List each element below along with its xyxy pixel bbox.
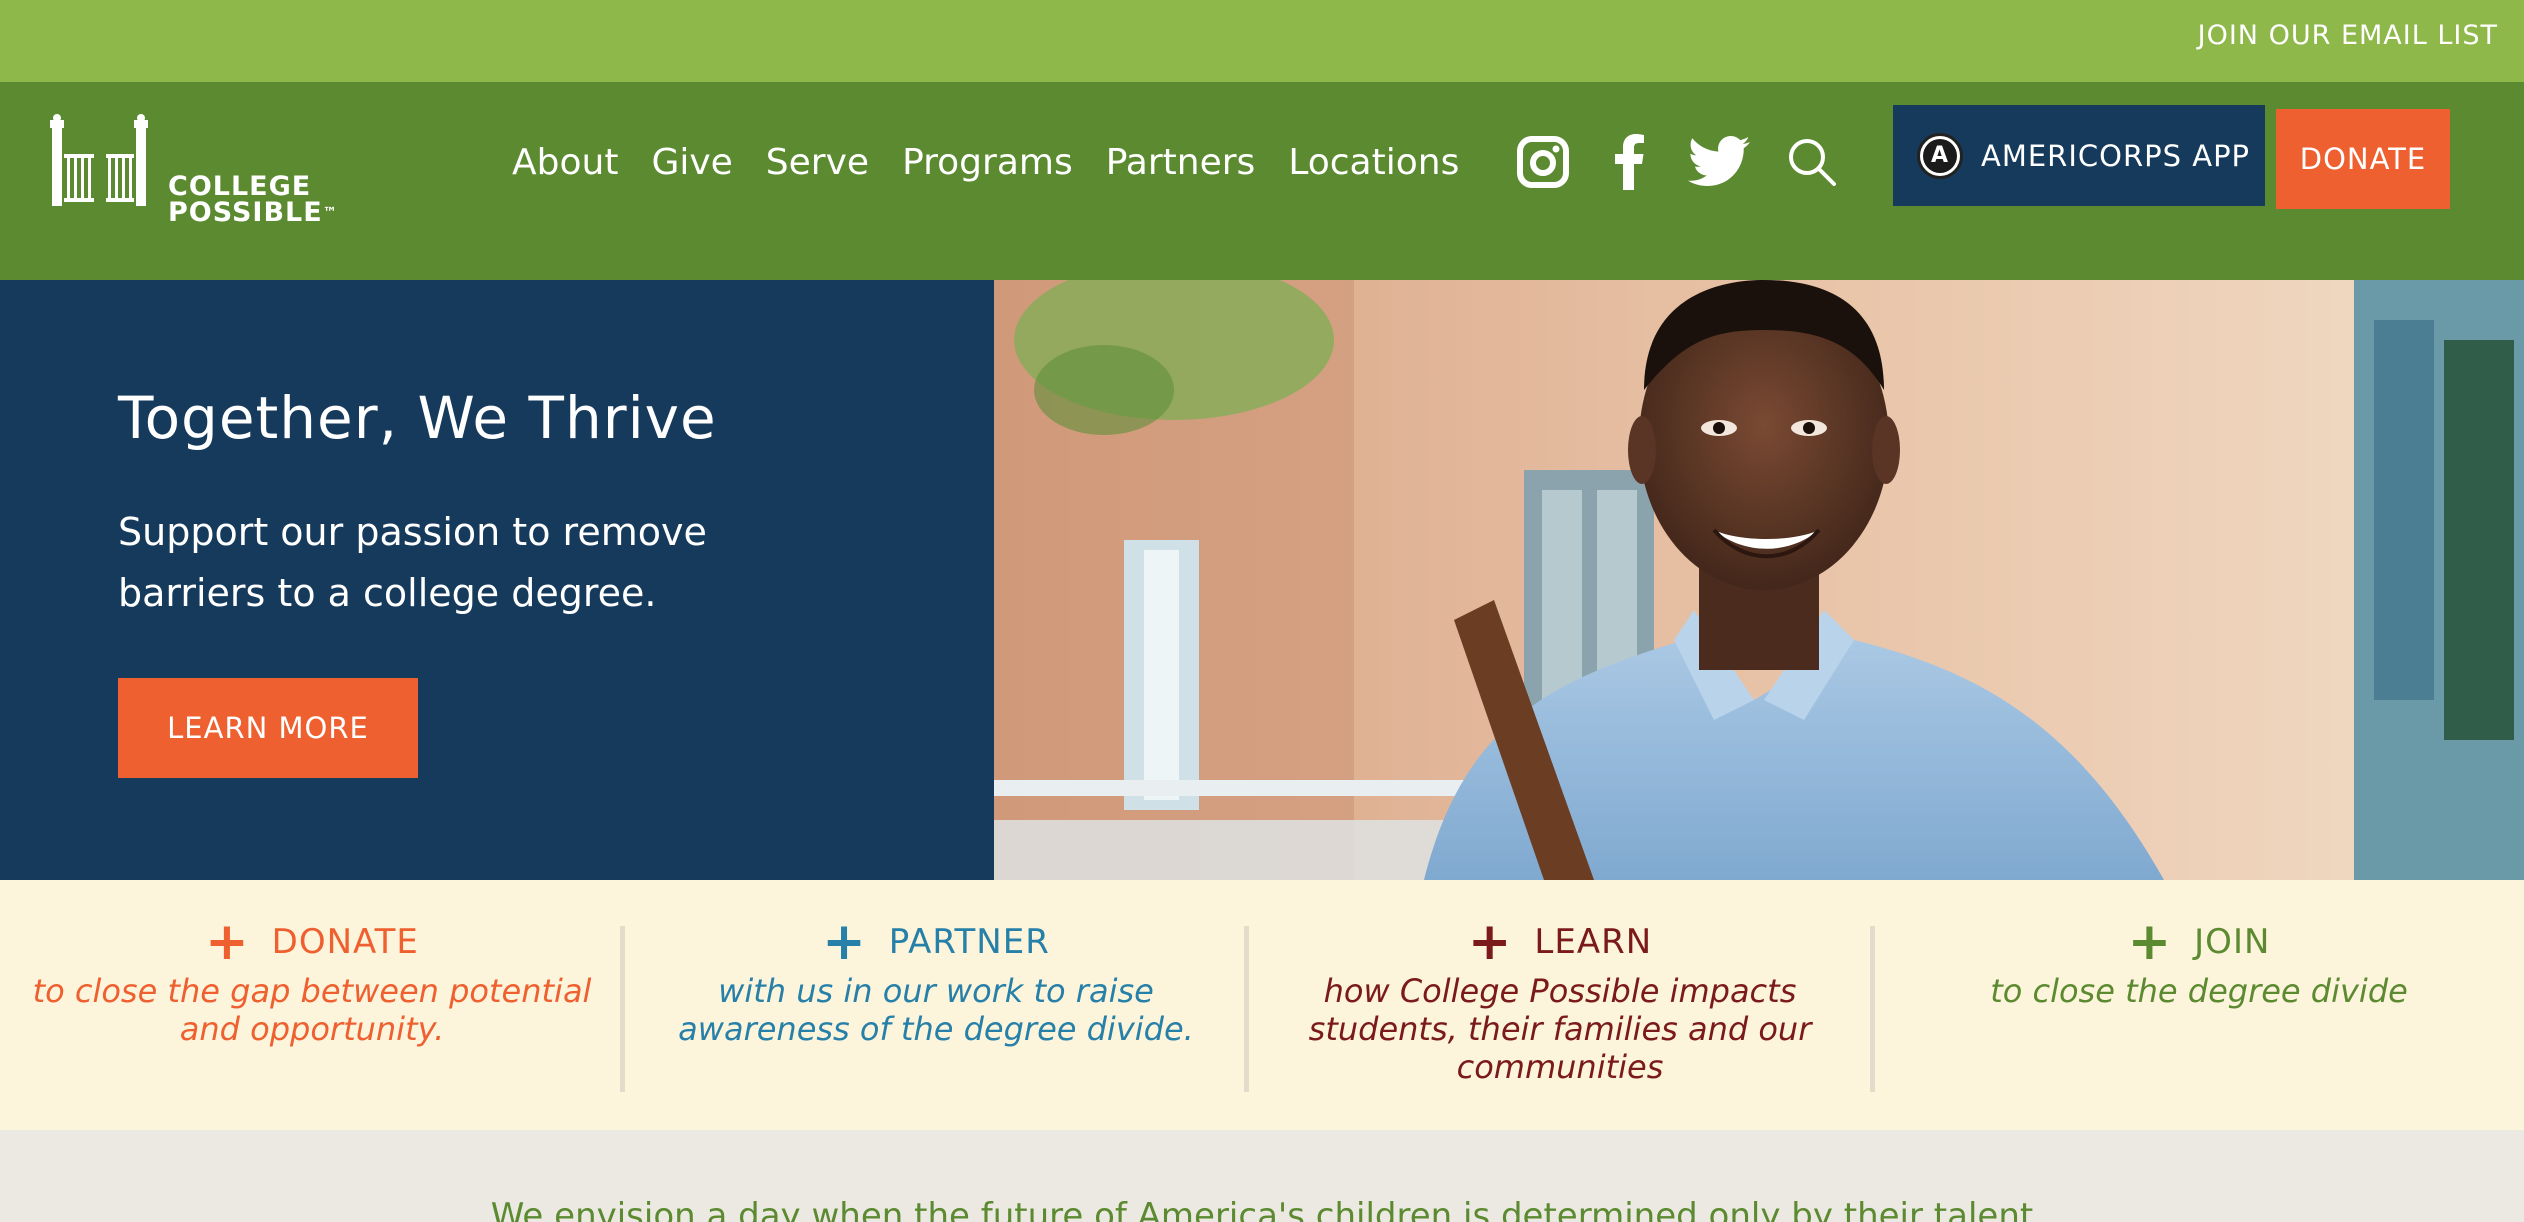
main-nav: COLLEGE POSSIBLE™ About Give Serve Progr… xyxy=(0,82,2524,280)
plus-icon: + xyxy=(822,912,867,972)
nav-menu: About Give Serve Programs Partners Locat… xyxy=(512,140,1492,186)
nav-item-partners[interactable]: Partners xyxy=(1106,140,1256,186)
nav-item-programs[interactable]: Programs xyxy=(902,140,1073,186)
hero-panel: Together, We Thrive Support our passion … xyxy=(0,280,994,880)
donate-button[interactable]: DONATE xyxy=(2276,109,2450,209)
nav-item-locations[interactable]: Locations xyxy=(1288,140,1459,186)
hero-subtitle: Support our passion to remove barriers t… xyxy=(118,510,707,615)
plus-icon: + xyxy=(2127,912,2173,972)
action-donate-desc: to close the gap between potential and o… xyxy=(32,972,592,1048)
instagram-icon[interactable] xyxy=(1516,132,1570,192)
action-partner-link[interactable]: + PARTNER xyxy=(624,912,1248,972)
action-join: + JOIN to close the degree divide xyxy=(1874,880,2524,1130)
action-learn-link[interactable]: + LEARN xyxy=(1248,912,1872,972)
hero-photo xyxy=(994,280,2524,880)
americorps-app-button[interactable]: A AMERICORPS APP xyxy=(1893,105,2265,206)
hero-title: Together, We Thrive xyxy=(118,384,717,452)
college-possible-logo[interactable]: COLLEGE POSSIBLE™ xyxy=(50,114,337,226)
action-learn: + LEARN how College Possible impacts stu… xyxy=(1248,880,1872,1130)
plus-icon: + xyxy=(1467,912,1513,972)
twitter-icon[interactable] xyxy=(1686,132,1752,192)
action-join-link[interactable]: + JOIN xyxy=(1874,912,2524,972)
action-donate: + DONATE to close the gap between potent… xyxy=(0,880,624,1130)
action-join-desc: to close the degree divide xyxy=(1990,972,2408,1010)
americorps-logo-icon: A xyxy=(1917,132,1963,179)
join-email-list-link[interactable]: JOIN OUR EMAIL LIST xyxy=(2198,20,2498,51)
nav-item-give[interactable]: Give xyxy=(651,140,732,186)
top-bar: JOIN OUR EMAIL LIST xyxy=(0,0,2524,82)
nav-item-about[interactable]: About xyxy=(512,140,618,186)
nav-item-serve[interactable]: Serve xyxy=(766,140,869,186)
action-partner: + PARTNER with us in our work to raise a… xyxy=(624,880,1248,1130)
search-icon[interactable] xyxy=(1786,132,1838,192)
americorps-label: AMERICORPS APP xyxy=(1981,138,2251,173)
plus-icon: + xyxy=(205,912,250,972)
learn-more-button[interactable]: LEARN MORE xyxy=(118,678,418,778)
mission-text: We envision a day when the future of Ame… xyxy=(490,1196,2034,1222)
action-partner-desc: with us in our work to raise awareness o… xyxy=(678,972,1194,1048)
action-learn-desc: how College Possible impacts students, t… xyxy=(1308,972,1812,1086)
gate-icon xyxy=(50,114,148,206)
logo-text: COLLEGE POSSIBLE™ xyxy=(168,171,338,228)
facebook-icon[interactable] xyxy=(1610,132,1650,192)
action-strip: + DONATE to close the gap between potent… xyxy=(0,880,2524,1130)
action-donate-link[interactable]: + DONATE xyxy=(0,912,624,972)
